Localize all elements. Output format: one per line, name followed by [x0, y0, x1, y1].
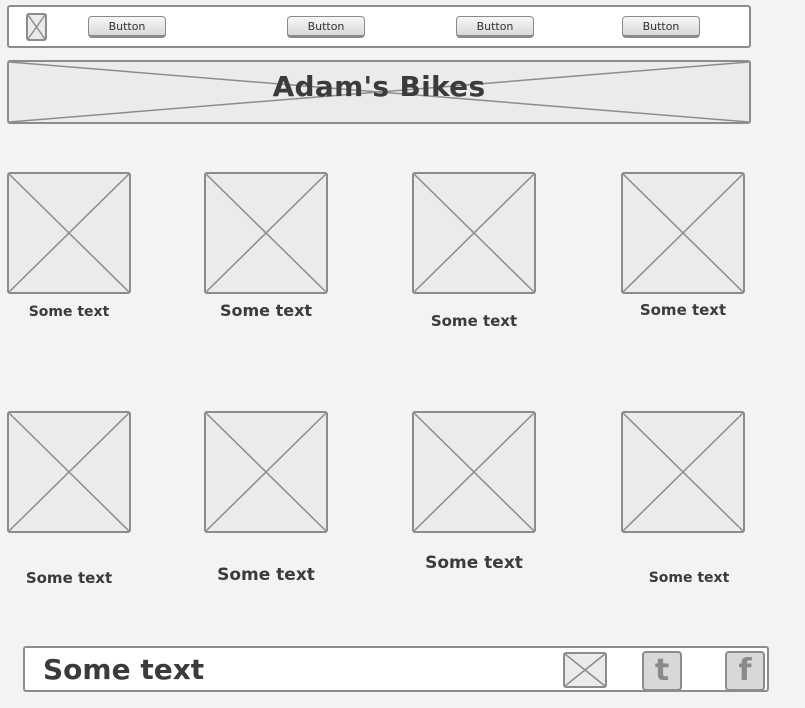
nav-button-1[interactable]: Button: [88, 16, 166, 38]
grid-image-3[interactable]: [412, 172, 536, 294]
image-placeholder-icon: [27, 14, 46, 40]
facebook-button[interactable]: f: [725, 651, 765, 691]
grid-caption-5: Some text: [25, 569, 113, 587]
logo-image-placeholder[interactable]: [26, 13, 47, 41]
mail-button[interactable]: [563, 652, 607, 688]
grid-image-6[interactable]: [204, 411, 328, 533]
twitter-button[interactable]: t: [642, 651, 682, 691]
top-nav: Button Button Button Button: [7, 5, 751, 48]
image-placeholder-icon: [8, 412, 130, 532]
grid-caption-7: Some text: [425, 553, 523, 573]
page-title: Adam's Bikes: [272, 70, 486, 103]
grid-image-8[interactable]: [621, 411, 745, 533]
grid-caption-1: Some text: [28, 304, 110, 320]
grid-caption-6: Some text: [217, 565, 315, 585]
facebook-icon: f: [738, 653, 752, 688]
nav-button-3[interactable]: Button: [456, 16, 534, 38]
grid-caption-4: Some text: [639, 301, 727, 319]
grid-image-7[interactable]: [412, 411, 536, 533]
grid-caption-8: Some text: [648, 570, 730, 586]
image-placeholder-icon: [622, 173, 744, 293]
image-placeholder-icon: [8, 173, 130, 293]
footer-bar: Some text t f: [23, 646, 769, 692]
header-banner: Adam's Bikes: [7, 60, 751, 124]
grid-caption-3: Some text: [430, 312, 518, 330]
footer-text: Some text: [43, 653, 205, 686]
grid-image-4[interactable]: [621, 172, 745, 294]
nav-button-4[interactable]: Button: [622, 16, 700, 38]
image-placeholder-icon: [622, 412, 744, 532]
grid-image-5[interactable]: [7, 411, 131, 533]
image-placeholder-icon: [564, 653, 606, 687]
grid-caption-2: Some text: [219, 301, 313, 320]
nav-button-2[interactable]: Button: [287, 16, 365, 38]
grid-image-2[interactable]: [204, 172, 328, 294]
grid-image-1[interactable]: [7, 172, 131, 294]
twitter-icon: t: [654, 653, 670, 688]
image-placeholder-icon: [413, 412, 535, 532]
image-placeholder-icon: [205, 173, 327, 293]
image-placeholder-icon: [205, 412, 327, 532]
image-placeholder-icon: [413, 173, 535, 293]
